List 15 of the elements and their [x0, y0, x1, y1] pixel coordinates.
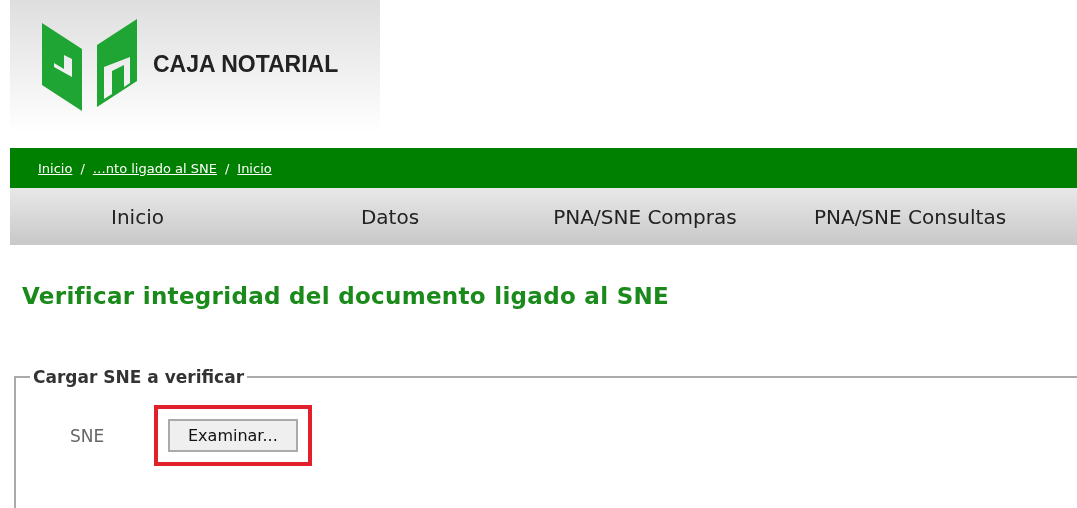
- nav-item[interactable]: PNA/SNE Compras: [515, 204, 775, 229]
- panel-legend: Cargar SNE a verificar: [30, 367, 248, 387]
- nav-item[interactable]: Datos: [265, 204, 515, 229]
- nav-item[interactable]: PNA/SNE Consultas: [775, 204, 1045, 229]
- page-title: Verificar integridad del documento ligado al SNE: [22, 283, 671, 309]
- logo-text: CAJA NOTARIAL: [153, 50, 339, 78]
- breadcrumb-link[interactable]: Inicio: [237, 160, 272, 176]
- breadcrumb-separator: /: [80, 160, 85, 176]
- breadcrumb-link[interactable]: …nto ligado al SNE: [92, 160, 217, 176]
- nav-item[interactable]: Inicio: [10, 204, 265, 229]
- field-label: SNE: [70, 425, 106, 446]
- logo-icon: [42, 19, 137, 111]
- breadcrumb-separator: /: [224, 160, 230, 176]
- breadcrumb-link[interactable]: Inicio: [38, 160, 73, 176]
- browse-button[interactable]: Examinar...: [168, 419, 298, 452]
